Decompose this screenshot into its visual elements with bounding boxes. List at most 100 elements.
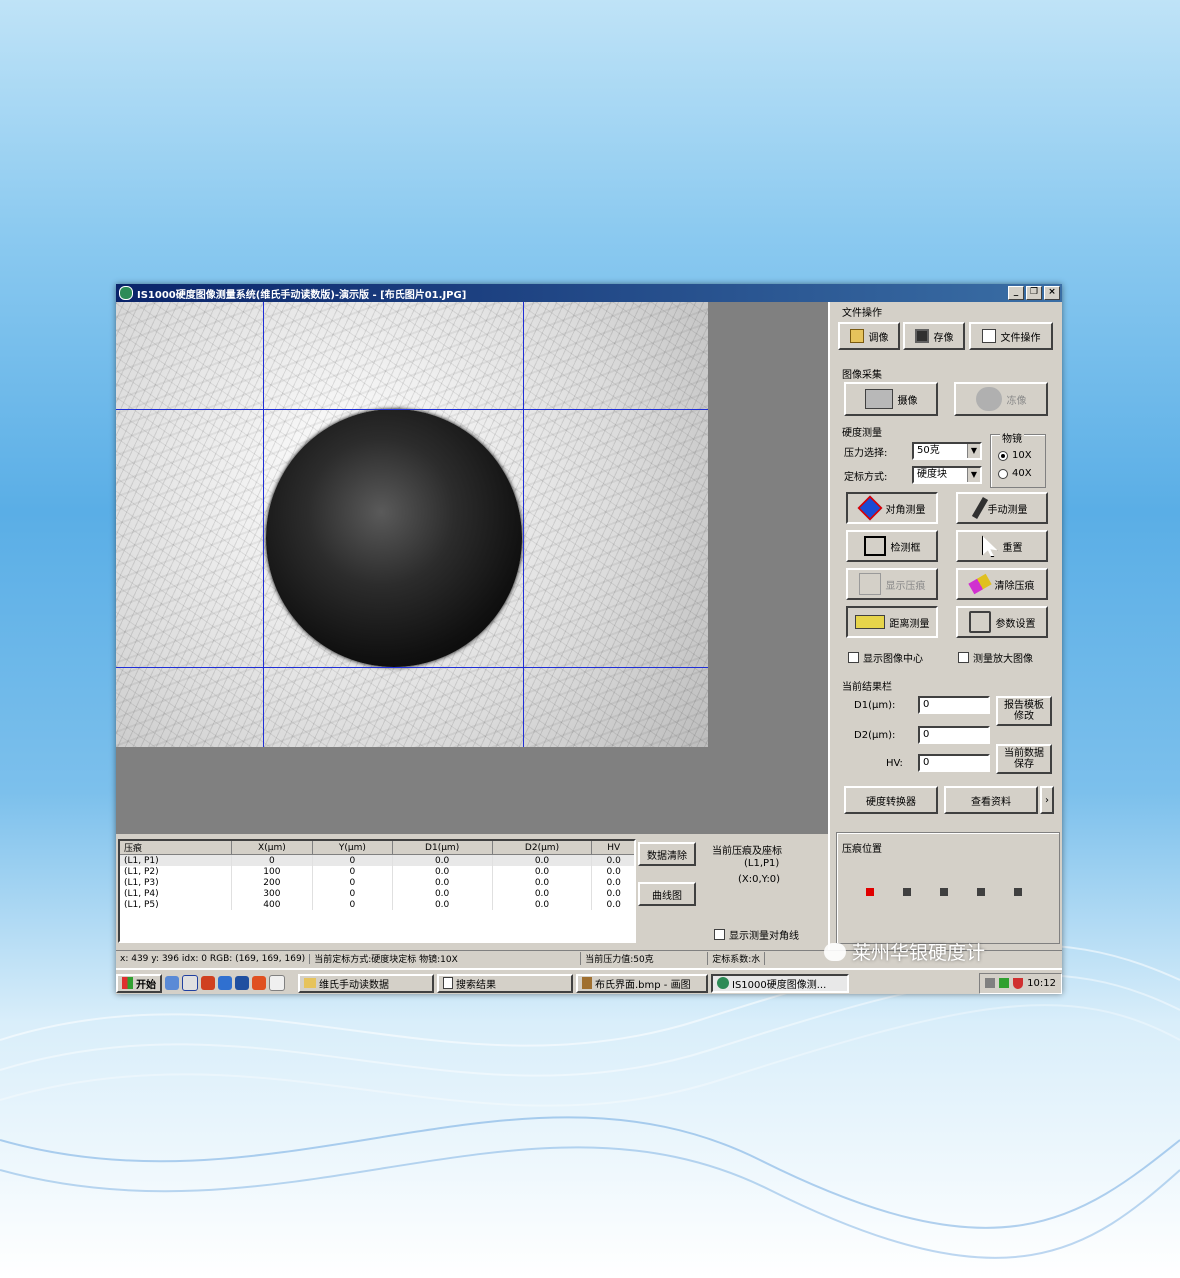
view-docs-label: 查看资料 [971,796,1011,808]
load-image-button[interactable]: 调像 [838,322,900,350]
param-settings-button[interactable]: 参数设置 [956,606,1048,638]
radio-dot [998,450,1008,461]
table-cell: 0 [312,899,393,910]
guide-line-top[interactable] [116,409,708,410]
table-cell: 0.0 [492,899,593,910]
force-select[interactable]: 50克 ▼ [912,442,982,460]
indent-position-marker[interactable] [866,888,874,896]
show-center-checkbox[interactable]: 显示图像中心 [848,650,923,665]
reset-button[interactable]: 重置 [956,530,1048,562]
table-cell: 0.0 [392,877,493,888]
maximize-icon[interactable]: ❐ [1026,286,1042,300]
curve-button[interactable]: 曲线图 [638,882,696,906]
col-header[interactable]: X(μm) [231,841,314,855]
window-title: IS1000硬度图像测量系统(维氏手动读数版)-演示版 - [布氏图片01.JP… [137,289,467,301]
wrench-icon [968,611,991,633]
pencil-icon [971,496,988,520]
indent-position-marker[interactable] [903,888,911,896]
indent-position-marker[interactable] [977,888,985,896]
col-header[interactable]: 压痕 [120,841,232,855]
taskbar-item-active[interactable]: IS1000硬度图像测... [711,973,849,993]
shield-icon[interactable] [1013,977,1024,989]
d1-value: 0 [923,699,930,710]
table-cell: 0.0 [591,877,634,888]
show-diagonal-checkbox[interactable]: 显示测量对角线 [714,927,799,942]
close-icon[interactable]: × [1044,286,1060,300]
quicklaunch-icon[interactable] [165,976,179,990]
more-button[interactable]: › [1040,786,1054,814]
table-cell: (L1, P4) [120,888,232,899]
distance-measure-button[interactable]: 距离测量 [846,606,938,638]
floppy-icon [914,329,929,343]
start-button[interactable]: 开始 [116,973,162,993]
file-ops-button[interactable]: 文件操作 [969,322,1053,350]
table-row[interactable]: (L1, P2) 100 0 0.0 0.0 0.0 [120,866,634,877]
guide-line-right[interactable] [523,302,524,747]
taskbar-item[interactable]: 布氏界面.bmp - 画图 [576,973,708,993]
minimize-icon[interactable]: _ [1008,286,1024,300]
indent-position-marker[interactable] [1014,888,1022,896]
file-ops-label: 文件操作 [842,308,882,319]
d1-field[interactable]: 0 [918,696,990,714]
table-cell: 0.0 [591,899,634,910]
guide-line-bottom[interactable] [116,667,708,668]
windows-logo-icon [122,977,133,989]
view-docs-button[interactable]: 查看资料 [944,786,1038,814]
table-cell: 0.0 [492,888,593,899]
table-row[interactable]: (L1, P4) 300 0 0.0 0.0 0.0 [120,888,634,899]
grab-button[interactable]: 摄像 [844,382,938,416]
hardness-converter-button[interactable]: 硬度转换器 [844,786,938,814]
table-row[interactable]: (L1, P1) 0 0 0.0 0.0 0.0 [120,854,634,866]
report-template-button[interactable]: 报告模板 修改 [996,696,1052,726]
guide-line-left[interactable] [263,302,264,747]
load-image-label: 调像 [868,332,889,344]
hv-field[interactable]: 0 [918,754,990,772]
measure-zoom-checkbox[interactable]: 测量放大图像 [958,650,1033,665]
results-table[interactable]: 压痕 X(μm) Y(μm) D1(μm) D2(μm) HV (L1, P1)… [118,839,636,943]
tray-icon[interactable] [985,978,996,988]
radio-10x[interactable]: 10X [998,450,1032,461]
chevron-down-icon[interactable]: ▼ [967,444,980,458]
image-view-area[interactable] [116,302,828,834]
col-header[interactable]: D1(μm) [392,841,493,855]
save-data-button[interactable]: 当前数据 保存 [996,744,1052,774]
clear-indent-label: 清除压痕 [994,580,1035,592]
taskbar-item[interactable]: 维氏手动读数据 [298,973,434,993]
clear-data-button[interactable]: 数据清除 [638,842,696,866]
d2-field[interactable]: 0 [918,726,990,744]
diag-measure-button[interactable]: 对角测量 [846,492,938,524]
manual-measure-button[interactable]: 手动测量 [956,492,1048,524]
show-indent-button[interactable]: 显示压痕 [846,568,938,600]
specimen-image[interactable] [116,302,708,747]
table-row[interactable]: (L1, P3) 200 0 0.0 0.0 0.0 [120,877,634,888]
quicklaunch-icon[interactable] [201,976,215,990]
col-header[interactable]: HV [591,841,634,855]
clear-indent-button[interactable]: 清除压痕 [956,568,1048,600]
indent-position-marker[interactable] [940,888,948,896]
col-header[interactable]: D2(μm) [492,841,593,855]
freeze-button[interactable]: 冻像 [954,382,1048,416]
save-image-button[interactable]: 存像 [903,322,965,350]
chevron-down-icon[interactable]: ▼ [967,468,980,482]
quicklaunch-icon[interactable] [235,976,249,990]
quicklaunch-icon[interactable] [182,975,198,991]
table-cell: 0.0 [492,854,593,866]
col-header[interactable]: Y(μm) [312,841,393,855]
show-indent-label: 显示压痕 [885,580,926,592]
detect-box-button[interactable]: 检测框 [846,530,938,562]
app-icon [119,286,133,300]
calib-select[interactable]: 硬度块 ▼ [912,466,982,484]
quicklaunch-icon[interactable] [252,976,266,990]
quicklaunch-icon[interactable] [218,976,232,990]
save-data-label-2: 保存 [1014,759,1034,770]
title-bar: IS1000硬度图像测量系统(维氏手动读数版)-演示版 - [布氏图片01.JP… [116,284,1062,302]
freeze-icon [975,387,1002,411]
table-cell: 0.0 [591,854,634,866]
grid-frame-icon [858,573,881,595]
table-row[interactable]: (L1, P5) 400 0 0.0 0.0 0.0 [120,899,634,910]
tray-icon[interactable] [999,978,1010,988]
clock: 10:12 [1027,977,1056,989]
radio-40x[interactable]: 40X [998,468,1032,479]
quicklaunch-icon[interactable] [269,975,285,991]
taskbar-item[interactable]: 搜索结果 [437,973,573,993]
